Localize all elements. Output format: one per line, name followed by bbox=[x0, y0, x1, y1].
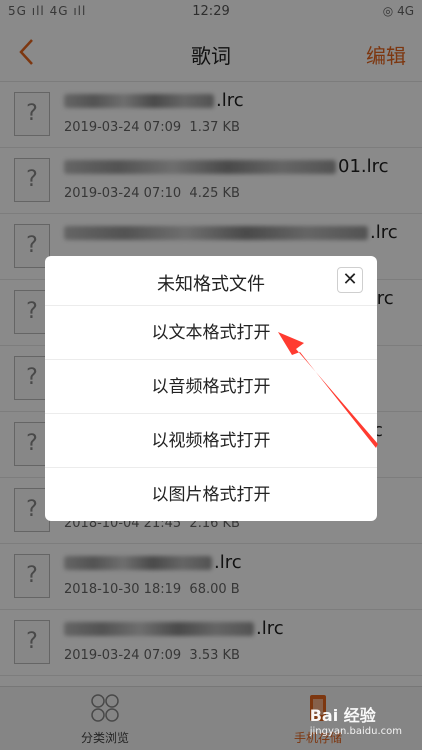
watermark-brand: Bai 经验 bbox=[309, 706, 376, 725]
open-as-audio-option[interactable]: 以音频格式打开 bbox=[45, 360, 377, 414]
close-icon[interactable]: ✕ bbox=[337, 267, 363, 293]
dialog-title: 未知格式文件 bbox=[157, 274, 265, 295]
dialog-options: 以文本格式打开 以音频格式打开 以视频格式打开 以图片格式打开 bbox=[45, 305, 377, 521]
open-as-video-option[interactable]: 以视频格式打开 bbox=[45, 414, 377, 468]
watermark: Bai 经验 jingyan.baidu.com bbox=[310, 702, 402, 737]
open-as-image-option[interactable]: 以图片格式打开 bbox=[45, 468, 377, 521]
watermark-url: jingyan.baidu.com bbox=[309, 726, 402, 737]
unknown-format-dialog: 未知格式文件 ✕ 以文本格式打开 以音频格式打开 以视频格式打开 以图片格式打开 bbox=[45, 256, 377, 521]
open-as-text-option[interactable]: 以文本格式打开 bbox=[45, 306, 377, 360]
